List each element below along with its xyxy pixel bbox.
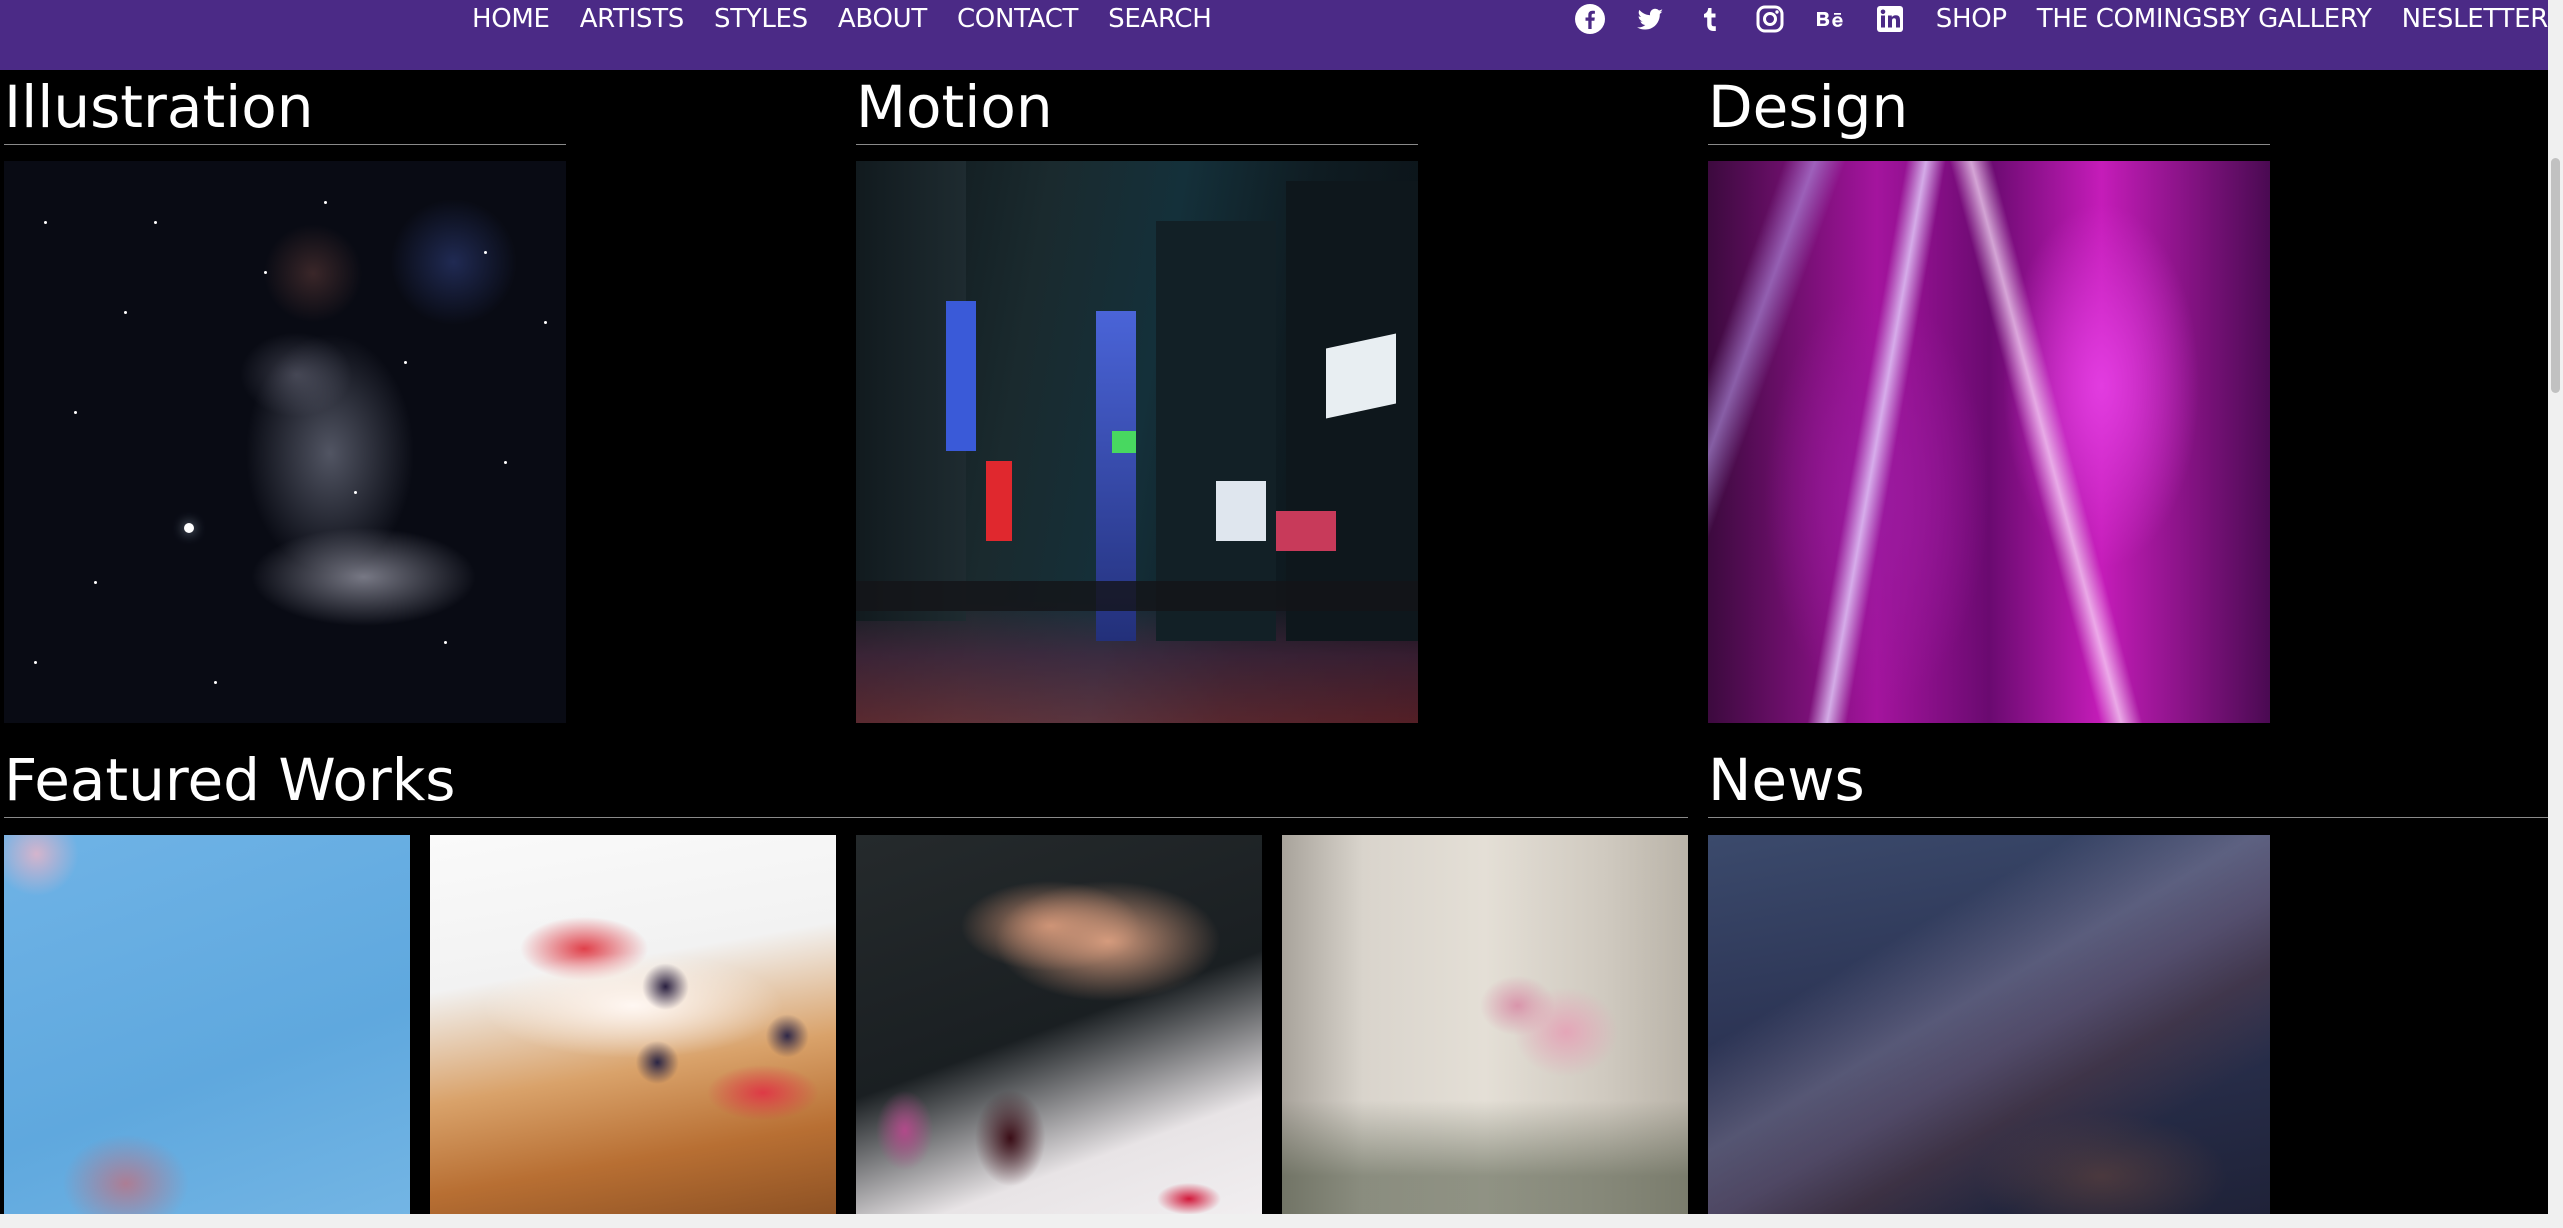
section-heading-featured-works: Featured Works	[4, 751, 1688, 818]
nav-gallery[interactable]: THE COMINGSBY GALLERY	[2037, 4, 2372, 34]
featured-work-2-image[interactable]	[430, 835, 836, 1214]
tumblr-icon[interactable]	[1694, 3, 1726, 35]
linkedin-icon[interactable]	[1874, 3, 1906, 35]
instagram-icon[interactable]	[1754, 3, 1786, 35]
section-heading-design: Design	[1708, 78, 2270, 145]
section-heading-news: News	[1708, 751, 2548, 818]
facebook-icon[interactable]	[1574, 3, 1606, 35]
featured-work-4-image[interactable]	[1282, 835, 1688, 1214]
illustration-image[interactable]	[4, 161, 566, 723]
nav-styles[interactable]: STYLES	[714, 4, 808, 34]
nav-newsletter[interactable]: NESLETTER	[2402, 4, 2549, 34]
top-navigation: HOME ARTISTS STYLES ABOUT CONTACT SEARCH	[0, 0, 2548, 70]
news-image[interactable]	[1708, 835, 2270, 1214]
nav-shop[interactable]: SHOP	[1936, 4, 2007, 34]
section-heading-illustration: Illustration	[4, 78, 566, 145]
nav-contact[interactable]: CONTACT	[957, 4, 1079, 34]
social-links	[1574, 3, 1906, 35]
scrollbar-thumb[interactable]	[2551, 158, 2560, 393]
design-image[interactable]	[1708, 161, 2270, 723]
secondary-menu: SHOP THE COMINGSBY GALLERY NESLETTER	[1574, 0, 2548, 38]
featured-work-1-image[interactable]	[4, 835, 410, 1214]
motion-image[interactable]	[856, 161, 1418, 723]
featured-work-3-image[interactable]	[856, 835, 1262, 1214]
nav-artists[interactable]: ARTISTS	[580, 4, 685, 34]
section-heading-motion: Motion	[856, 78, 1418, 145]
twitter-icon[interactable]	[1634, 3, 1666, 35]
nav-search[interactable]: SEARCH	[1108, 4, 1212, 34]
nav-about[interactable]: ABOUT	[838, 4, 927, 34]
vertical-scrollbar[interactable]	[2548, 0, 2563, 1228]
main-menu: HOME ARTISTS STYLES ABOUT CONTACT SEARCH	[472, 0, 1242, 38]
horizontal-scrollbar[interactable]	[0, 1214, 2548, 1228]
nav-home[interactable]: HOME	[472, 4, 550, 34]
behance-icon[interactable]	[1814, 3, 1846, 35]
